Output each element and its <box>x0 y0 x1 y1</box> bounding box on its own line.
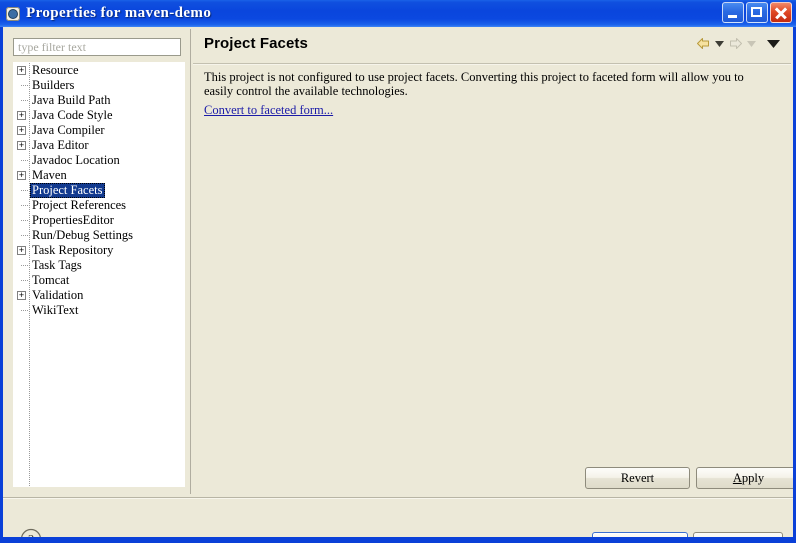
sidebar-item-label: Project Facets <box>30 183 106 198</box>
tree-leaf-icon <box>14 213 30 228</box>
properties-dialog: Properties for maven-demo ResourceBuilde… <box>0 0 796 543</box>
apply-button[interactable]: Apply <box>696 467 793 489</box>
tree-leaf-icon <box>14 228 30 243</box>
page-title: Project Facets <box>204 35 308 52</box>
sidebar-item-validation[interactable]: Validation <box>14 288 184 303</box>
window-titlebar: Properties for maven-demo <box>0 0 796 27</box>
svg-text:?: ? <box>28 532 34 537</box>
sidebar-item-label: PropertiesEditor <box>32 213 114 227</box>
expand-plus-icon[interactable] <box>14 243 30 258</box>
maximize-button[interactable] <box>746 2 768 23</box>
sidebar-item-java-build-path[interactable]: Java Build Path <box>14 93 184 108</box>
apply-rest: pply <box>741 470 765 485</box>
sidebar-item-task-tags[interactable]: Task Tags <box>14 258 184 273</box>
sidebar-item-label: WikiText <box>32 303 79 317</box>
footer-separator <box>3 497 793 498</box>
page-description: This project is not configured to use pr… <box>204 70 744 98</box>
ok-button-label: OK <box>631 536 649 538</box>
sidebar-item-label: Tomcat <box>32 273 70 287</box>
tree-leaf-icon <box>14 78 30 93</box>
sidebar-item-label: Javadoc Location <box>32 153 120 167</box>
sidebar-item-label: Task Repository <box>32 243 114 257</box>
sidebar-item-label: Validation <box>32 288 84 302</box>
sidebar-item-label: Resource <box>32 63 79 77</box>
page-nav-toolbar <box>695 35 781 52</box>
cancel-button-label: Cancel <box>721 536 756 538</box>
revert-button-label: Revert <box>620 470 655 485</box>
sidebar-item-java-code-style[interactable]: Java Code Style <box>14 108 184 123</box>
expand-plus-icon[interactable] <box>14 108 30 123</box>
close-button[interactable] <box>770 2 792 23</box>
expand-plus-icon[interactable] <box>14 123 30 138</box>
convert-to-faceted-form-link[interactable]: Convert to faceted form... <box>204 103 333 118</box>
sidebar-item-label: Java Compiler <box>32 123 105 137</box>
back-arrow-icon[interactable] <box>695 35 712 52</box>
dialog-client-area: ResourceBuildersJava Build PathJava Code… <box>3 27 793 537</box>
sidebar-item-run-debug-settings[interactable]: Run/Debug Settings <box>14 228 184 243</box>
settings-tree[interactable]: ResourceBuildersJava Build PathJava Code… <box>13 62 185 487</box>
settings-tree-pane: ResourceBuildersJava Build PathJava Code… <box>5 29 191 494</box>
sidebar-item-label: Java Editor <box>32 138 89 152</box>
sidebar-item-task-repository[interactable]: Task Repository <box>14 243 184 258</box>
tree-leaf-icon <box>14 273 30 288</box>
chevron-down-icon[interactable] <box>765 35 781 52</box>
sidebar-item-tomcat[interactable]: Tomcat <box>14 273 184 288</box>
ok-button[interactable]: OK <box>592 532 688 537</box>
back-dropdown-icon[interactable] <box>714 35 725 52</box>
tree-leaf-icon <box>14 303 30 318</box>
sidebar-item-label: Project References <box>32 198 127 212</box>
sidebar-item-java-editor[interactable]: Java Editor <box>14 138 184 153</box>
help-question-icon[interactable]: ? <box>20 528 42 537</box>
sidebar-item-builders[interactable]: Builders <box>14 78 184 93</box>
sidebar-item-label: Maven <box>32 168 67 182</box>
header-separator <box>193 63 791 64</box>
sidebar-item-java-compiler[interactable]: Java Compiler <box>14 123 184 138</box>
page-header: Project Facets <box>193 29 791 62</box>
tree-leaf-icon <box>14 198 30 213</box>
sidebar-item-maven[interactable]: Maven <box>14 168 184 183</box>
expand-plus-icon[interactable] <box>14 288 30 303</box>
forward-arrow-icon <box>727 35 744 52</box>
expand-plus-icon[interactable] <box>14 63 30 78</box>
page-content-pane: Project Facets This project is not confi… <box>193 29 793 494</box>
apply-button-label: Apply <box>733 471 764 486</box>
revert-button[interactable]: Revert <box>585 467 690 489</box>
sidebar-item-wikitext[interactable]: WikiText <box>14 303 184 318</box>
sidebar-item-label: Java Build Path <box>32 93 111 107</box>
gear-icon <box>5 6 21 22</box>
sidebar-item-resource[interactable]: Resource <box>14 63 184 78</box>
tree-leaf-icon <box>14 93 30 108</box>
sidebar-item-project-facets[interactable]: Project Facets <box>14 183 184 198</box>
expand-plus-icon[interactable] <box>14 138 30 153</box>
window-title: Properties for maven-demo <box>26 5 212 21</box>
cancel-button[interactable]: Cancel <box>693 532 783 537</box>
sidebar-item-propertieseditor[interactable]: PropertiesEditor <box>14 213 184 228</box>
sidebar-item-label: Run/Debug Settings <box>32 228 134 242</box>
sidebar-item-project-references[interactable]: Project References <box>14 198 184 213</box>
apply-mnemonic: A <box>732 470 742 485</box>
expand-plus-icon[interactable] <box>14 168 30 183</box>
forward-dropdown-icon <box>746 35 757 52</box>
tree-leaf-icon <box>14 258 30 273</box>
sidebar-item-label: Task Tags <box>32 258 82 272</box>
sidebar-item-javadoc-location[interactable]: Javadoc Location <box>14 153 184 168</box>
sidebar-item-label: Builders <box>32 78 75 92</box>
tree-leaf-icon <box>14 153 30 168</box>
window-controls <box>722 2 792 23</box>
filter-input[interactable] <box>13 38 181 56</box>
minimize-button[interactable] <box>722 2 744 23</box>
tree-leaf-icon <box>14 183 30 198</box>
sidebar-item-label: Java Code Style <box>32 108 113 122</box>
